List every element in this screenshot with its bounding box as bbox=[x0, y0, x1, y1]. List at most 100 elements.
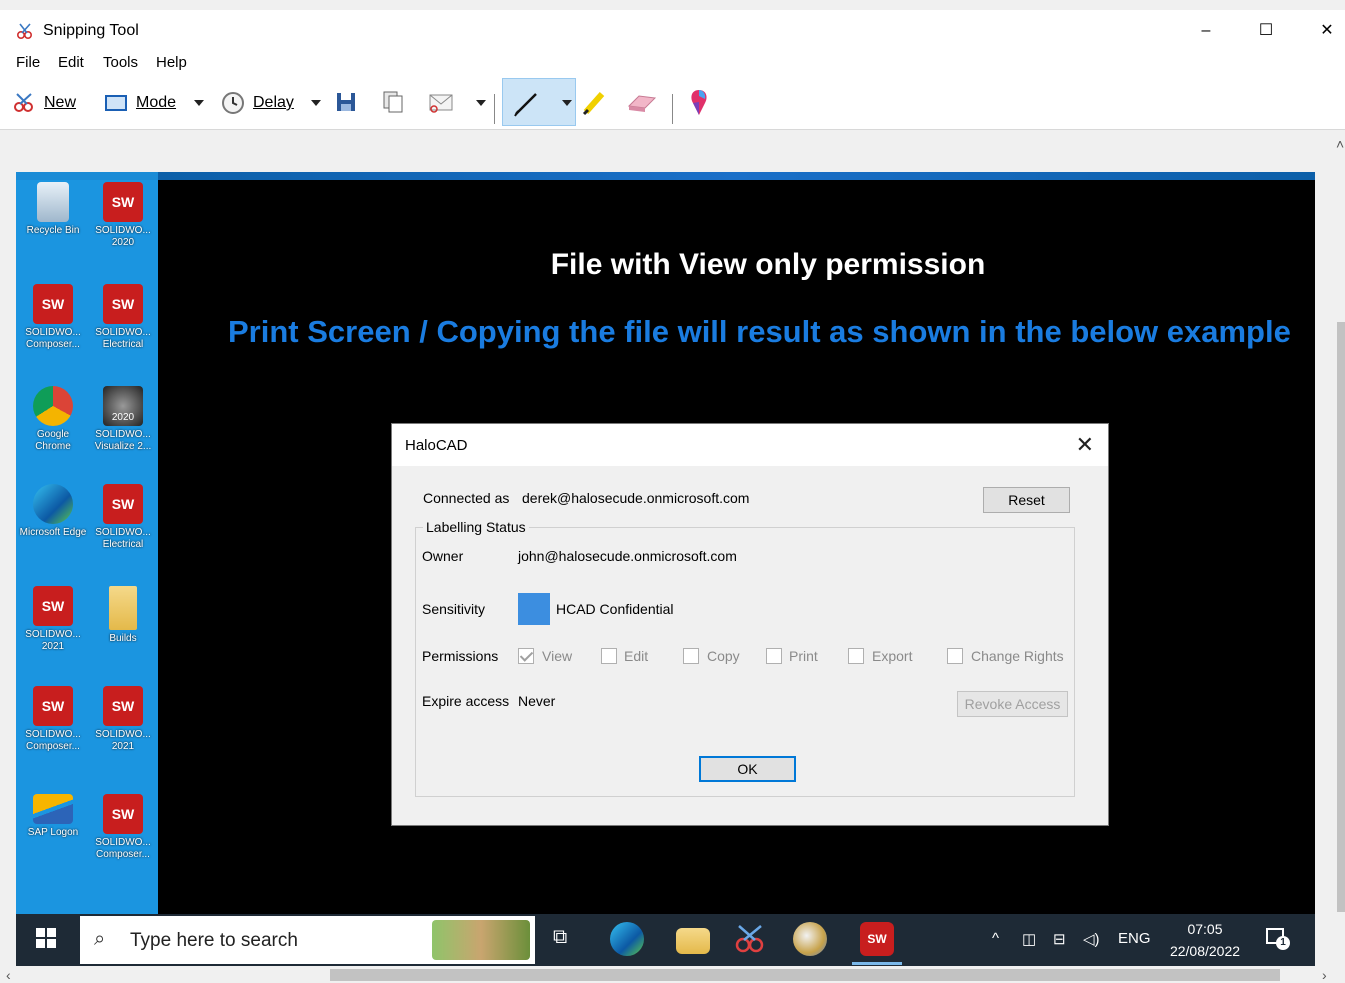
title-bar: Snipping Tool – ☐ ✕ bbox=[0, 10, 1345, 50]
solidworks-icon: SW bbox=[103, 686, 143, 726]
taskbar-snipping-tool-icon[interactable] bbox=[733, 922, 767, 956]
desktop-icon-solidworks-electrical: SW SOLIDWO... Electrical bbox=[88, 284, 158, 351]
tray-volume-icon[interactable]: ◁) bbox=[1083, 930, 1100, 948]
expire-access-value: Never bbox=[518, 693, 556, 709]
dialog-title: HaloCAD bbox=[405, 437, 468, 454]
mode-chevron-down-icon[interactable] bbox=[194, 100, 204, 106]
visualize-icon: 2020 bbox=[103, 386, 143, 426]
pen-tool-icon[interactable] bbox=[512, 90, 542, 118]
copy-icon[interactable] bbox=[381, 90, 405, 114]
new-button[interactable]: New bbox=[12, 90, 76, 116]
expire-access-label: Expire access bbox=[422, 693, 510, 709]
scroll-left-icon[interactable]: ‹ bbox=[6, 967, 11, 983]
vertical-scroll-thumb[interactable] bbox=[1337, 322, 1345, 912]
save-icon[interactable] bbox=[334, 90, 358, 114]
tray-language[interactable]: ENG bbox=[1118, 930, 1151, 947]
ok-button[interactable]: OK bbox=[699, 756, 796, 782]
recycle-bin-icon bbox=[37, 182, 69, 222]
minimize-button[interactable]: – bbox=[1195, 20, 1217, 42]
eraser-icon[interactable] bbox=[625, 90, 659, 114]
permission-edit-label: Edit bbox=[624, 648, 649, 664]
taskbar-search-box[interactable]: ⌕ Type here to search bbox=[80, 916, 535, 964]
mode-icon bbox=[105, 95, 127, 111]
tray-meet-icon[interactable]: ◫ bbox=[1022, 930, 1036, 948]
taskbar-file-explorer-icon[interactable] bbox=[676, 928, 710, 954]
close-button[interactable]: ✕ bbox=[1316, 20, 1338, 42]
toolbar: New Mode Delay bbox=[0, 76, 1345, 130]
clock-icon bbox=[222, 92, 244, 114]
notification-center-icon[interactable]: 1 bbox=[1266, 926, 1290, 950]
desktop-icon-builds-folder: Builds bbox=[88, 586, 158, 645]
captured-headline: File with View only permission bbox=[550, 248, 986, 281]
windows-start-icon[interactable] bbox=[36, 928, 56, 948]
search-icon: ⌕ bbox=[94, 928, 106, 950]
solidworks-icon: SW bbox=[33, 284, 73, 324]
desktop-icon-solidworks-composer: SW SOLIDWO... Composer... bbox=[88, 794, 158, 861]
scroll-up-icon[interactable]: ˄ bbox=[1336, 136, 1344, 152]
task-view-icon[interactable]: ⧉ bbox=[553, 926, 567, 949]
taskbar-solidworks-icon[interactable]: SW bbox=[860, 922, 894, 956]
mode-button[interactable]: Mode bbox=[104, 90, 176, 116]
mode-label: Mode bbox=[136, 94, 177, 111]
sap-logon-icon bbox=[33, 794, 73, 824]
solidworks-icon: SW bbox=[33, 686, 73, 726]
send-snip-icon[interactable] bbox=[427, 90, 457, 116]
permission-print-label: Print bbox=[789, 648, 818, 664]
desktop-icon-sap-logon: SAP Logon bbox=[18, 794, 88, 839]
maximize-button[interactable]: ☐ bbox=[1255, 20, 1277, 42]
reset-button[interactable]: Reset bbox=[983, 487, 1070, 513]
chrome-icon bbox=[33, 386, 73, 426]
pen-dropdown-chevron-down-icon[interactable] bbox=[562, 100, 572, 106]
search-highlight-image-icon bbox=[432, 920, 530, 960]
sensitivity-color-swatch bbox=[518, 593, 550, 625]
dialog-close-icon[interactable]: ✕ bbox=[1076, 432, 1094, 458]
owner-value: john@halosecude.onmicrosoft.com bbox=[518, 548, 737, 564]
permission-change-rights-checkbox[interactable] bbox=[947, 648, 963, 664]
solidworks-icon: SW bbox=[103, 484, 143, 524]
toolbar-divider bbox=[494, 94, 495, 124]
sensitivity-label: Sensitivity bbox=[422, 601, 486, 617]
paint-3d-icon[interactable] bbox=[688, 88, 710, 118]
permission-print-checkbox[interactable] bbox=[766, 648, 782, 664]
horizontal-scroll-thumb[interactable] bbox=[330, 969, 1280, 981]
desktop-icon-solidworks-2021: SW SOLIDWO... 2021 bbox=[18, 586, 88, 653]
delay-button[interactable]: Delay bbox=[221, 90, 294, 116]
dialog-title-bar: HaloCAD ✕ bbox=[392, 424, 1108, 466]
snipping-tool-icon bbox=[16, 23, 33, 40]
revoke-access-button[interactable]: Revoke Access bbox=[957, 691, 1068, 717]
halocad-dialog: HaloCAD ✕ Connected as derek@halosecude.… bbox=[391, 423, 1109, 826]
solidworks-icon: SW bbox=[33, 586, 73, 626]
solidworks-icon: SW bbox=[103, 284, 143, 324]
edge-icon bbox=[33, 484, 73, 524]
menu-file[interactable]: File bbox=[16, 54, 40, 71]
scroll-right-icon[interactable]: › bbox=[1322, 967, 1327, 983]
permission-view-checkbox[interactable] bbox=[518, 648, 534, 664]
connected-as-label: Connected as bbox=[423, 490, 510, 506]
toolbar-divider bbox=[672, 94, 673, 124]
owner-label: Owner bbox=[422, 548, 464, 564]
permission-copy-checkbox[interactable] bbox=[683, 648, 699, 664]
send-chevron-down-icon[interactable] bbox=[476, 100, 486, 106]
highlighter-icon[interactable] bbox=[580, 88, 612, 118]
permission-edit-checkbox[interactable] bbox=[601, 648, 617, 664]
clock-date: 22/08/2022 bbox=[1169, 943, 1241, 959]
taskbar-paint-icon[interactable] bbox=[793, 922, 827, 956]
permission-export-checkbox[interactable] bbox=[848, 648, 864, 664]
menu-edit[interactable]: Edit bbox=[58, 54, 84, 71]
permission-view-label: View bbox=[542, 648, 573, 664]
taskbar-edge-icon[interactable] bbox=[610, 922, 644, 956]
taskbar-clock[interactable]: 07:05 22/08/2022 bbox=[1160, 918, 1250, 962]
menu-help[interactable]: Help bbox=[156, 54, 187, 71]
permission-copy-label: Copy bbox=[707, 648, 740, 664]
delay-chevron-down-icon[interactable] bbox=[311, 100, 321, 106]
menu-tools[interactable]: Tools bbox=[103, 54, 138, 71]
permission-change-rights-label: Change Rights bbox=[971, 648, 1064, 664]
solidworks-icon: SW bbox=[103, 794, 143, 834]
tray-chevron-up-icon[interactable]: ^ bbox=[992, 930, 999, 947]
connected-as-value: derek@halosecude.onmicrosoft.com bbox=[522, 490, 750, 506]
desktop-icon-solidworks-composer: SW SOLIDWO... Composer... bbox=[18, 284, 88, 351]
new-snip-icon bbox=[14, 93, 33, 112]
window-title: Snipping Tool bbox=[43, 22, 139, 39]
folder-icon bbox=[109, 586, 137, 630]
tray-network-icon[interactable]: ⊟ bbox=[1053, 930, 1066, 948]
